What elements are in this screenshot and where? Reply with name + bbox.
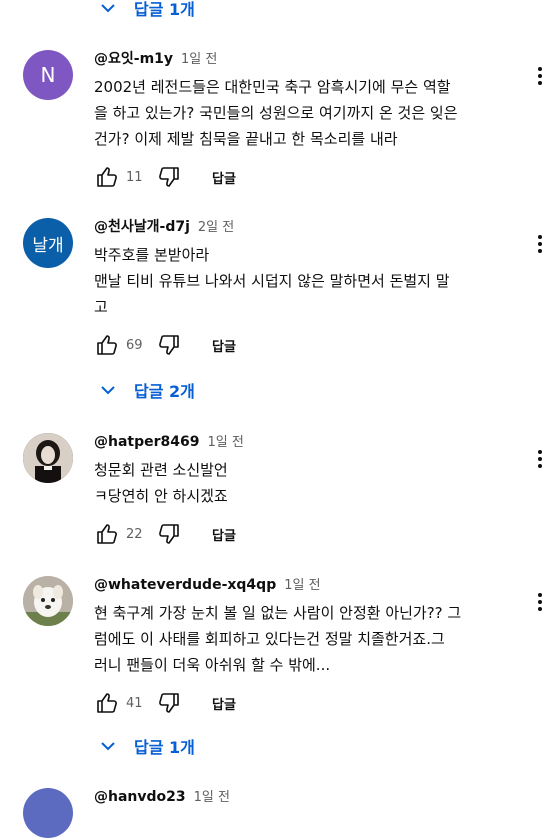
reply-button[interactable]: 답글: [212, 525, 236, 544]
thumbs-down-icon: [159, 693, 179, 713]
comment-author[interactable]: @요잇-m1y: [94, 48, 173, 68]
comment-text: 박주호를 본받아라 맨날 티비 유튜브 나와서 시덥지 않은 말하면서 돈벌지 …: [94, 246, 450, 316]
avatar[interactable]: N: [23, 50, 73, 100]
comment-time[interactable]: 1일 전: [284, 574, 320, 593]
thumbs-down-icon: [159, 167, 179, 187]
view-replies-label: 답글 2개: [134, 382, 195, 401]
like-count: 22: [126, 526, 143, 542]
dislike-button[interactable]: [156, 164, 182, 190]
comment-time[interactable]: 1일 전: [181, 48, 217, 67]
reply-button[interactable]: 답글: [212, 694, 236, 713]
thumbs-up-icon: [97, 167, 117, 187]
avatar[interactable]: [23, 576, 73, 626]
reply-button[interactable]: 답글: [212, 168, 236, 187]
like-count: 69: [126, 337, 143, 353]
comment-text: 청문회 관련 소신발언 ㅋ당연히 안 하시겠죠: [94, 461, 228, 505]
thumbs-down-icon: [159, 335, 179, 355]
like-button[interactable]: [94, 164, 120, 190]
avatar[interactable]: [23, 433, 73, 483]
comment-time[interactable]: 1일 전: [208, 431, 244, 450]
avatar[interactable]: [23, 788, 73, 838]
chevron-down-icon: [101, 742, 115, 751]
comment-author[interactable]: @whateverdude-xq4qp: [94, 577, 276, 593]
view-replies-label: 답글 1개: [134, 0, 195, 19]
reply-button[interactable]: 답글: [212, 336, 236, 355]
dislike-button[interactable]: [156, 690, 182, 716]
more-actions-menu[interactable]: [530, 232, 550, 256]
more-actions-menu[interactable]: [530, 447, 550, 471]
like-button[interactable]: [94, 521, 120, 547]
avatar[interactable]: 날개: [23, 218, 73, 268]
like-count: 11: [126, 169, 143, 185]
thumbs-down-icon: [159, 524, 179, 544]
avatar-photo: [23, 433, 73, 483]
comment-author[interactable]: @hanvdo23: [94, 789, 186, 805]
thumbs-up-icon: [97, 524, 117, 544]
dislike-button[interactable]: [156, 521, 182, 547]
more-actions-menu[interactable]: [530, 64, 550, 88]
like-count: 41: [126, 695, 143, 711]
more-actions-menu[interactable]: [530, 590, 550, 614]
avatar-letter: 날개: [32, 235, 64, 256]
view-replies-button[interactable]: 답글 1개: [100, 0, 195, 20]
view-replies-button[interactable]: 답글 1개: [100, 734, 195, 758]
comment-time[interactable]: 2일 전: [198, 216, 234, 235]
view-replies-button[interactable]: 답글 2개: [100, 378, 195, 402]
dislike-button[interactable]: [156, 332, 182, 358]
comment-time[interactable]: 1일 전: [194, 786, 230, 805]
comment-author[interactable]: @천사날개-d7j: [94, 216, 190, 236]
comment-text: 현 축구계 가장 눈치 볼 일 없는 사람이 안정환 아닌가?? 그 럼에도 이…: [94, 604, 462, 674]
like-button[interactable]: [94, 332, 120, 358]
thumbs-up-icon: [97, 693, 117, 713]
chevron-down-icon: [101, 386, 115, 395]
comment-author[interactable]: @hatper8469: [94, 434, 200, 450]
view-replies-label: 답글 1개: [134, 738, 195, 757]
thumbs-up-icon: [97, 335, 117, 355]
avatar-photo: [23, 576, 73, 626]
avatar-letter: N: [40, 63, 56, 87]
chevron-down-icon: [101, 4, 115, 13]
like-button[interactable]: [94, 690, 120, 716]
comment-text: 2002년 레전드들은 대한민국 축구 암흑시기에 무슨 역할 을 하고 있는가…: [94, 78, 458, 148]
